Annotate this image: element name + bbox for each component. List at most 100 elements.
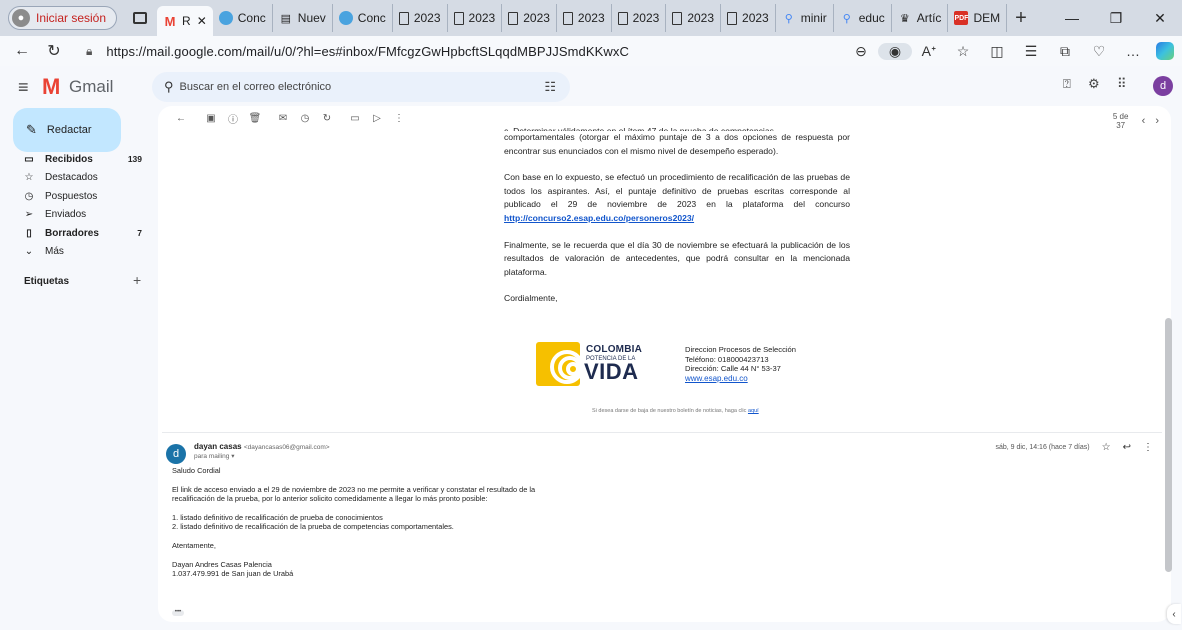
restore-button[interactable]: ❐ xyxy=(1094,0,1138,36)
apps-grid-icon[interactable]: ⠿ xyxy=(1117,76,1127,92)
browser-tab-label: 2023 xyxy=(413,11,441,25)
browser-tab[interactable]: MR ✕ xyxy=(157,6,213,36)
compose-button[interactable]: ✎ Redactar xyxy=(13,108,121,152)
url-field[interactable]: https://mail.google.com/mail/u/0/?hl=es#… xyxy=(106,44,629,59)
search-options-icon[interactable]: ☷ xyxy=(544,79,556,95)
message-1-body: c. Determinar válidamente en el ítem 47 … xyxy=(504,126,850,319)
tab-actions-icon[interactable] xyxy=(133,12,148,24)
sidebar-item[interactable]: ⌄ Más xyxy=(0,243,158,262)
browser-tab[interactable]: ⚲ minir xyxy=(776,4,834,32)
sidebar-item[interactable]: ☆ Destacados xyxy=(0,169,158,188)
browser-tab[interactable]: ♛ Artíc xyxy=(892,4,949,32)
gmail-logo-icon[interactable]: M xyxy=(42,74,60,100)
zoom-icon[interactable]: ⊖ xyxy=(844,43,878,60)
main-menu-icon[interactable]: ≡ xyxy=(18,77,29,98)
browser-tab[interactable]: 2023 xyxy=(502,4,557,32)
sidebar-item[interactable]: ◷ Pospuestos xyxy=(0,187,158,206)
browser-tab-label: Nuev xyxy=(297,11,326,25)
more-menu-icon[interactable]: … xyxy=(1116,43,1150,59)
message-1-paragraph: Finalmente, se le recuerda que el día 30… xyxy=(504,239,850,277)
unsubscribe-text: Si desea darse de baja de nuestro boletí… xyxy=(592,408,747,414)
browser-tab[interactable]: ⚲ educ xyxy=(834,4,892,32)
sender-row: dayan casas <dayancasas06@gmail.com> xyxy=(194,442,330,451)
newer-chevron-icon[interactable]: ‹ xyxy=(1142,115,1146,127)
contest-link[interactable]: http://concurso2.esap.edu.co/personeros2… xyxy=(504,213,694,223)
scrollbar-thumb[interactable] xyxy=(1165,318,1172,572)
delete-icon[interactable]: 🗑︎ xyxy=(244,113,266,124)
add-label-icon[interactable]: + xyxy=(133,272,141,288)
account-avatar[interactable]: d xyxy=(1153,76,1173,96)
browser-tab[interactable]: 2023 xyxy=(721,4,776,32)
message-2-body: Saludo Cordial El link de acceso enviado… xyxy=(172,466,552,579)
add-task-icon[interactable]: ↻ xyxy=(316,113,338,124)
recipient-text: para mailing xyxy=(194,453,230,460)
settings-gear-icon[interactable]: ⚙ xyxy=(1088,76,1100,92)
reply-icon[interactable]: ↩ xyxy=(1123,442,1131,453)
inbox-icon: ▭ xyxy=(24,153,34,165)
recipient-line[interactable]: para mailing ▾ xyxy=(194,452,235,460)
archive-icon[interactable]: ▣ xyxy=(200,113,222,124)
sender-avatar[interactable]: d xyxy=(166,444,186,464)
browser-tab[interactable]: PDF DEM xyxy=(948,4,1008,32)
mark-unread-icon[interactable]: ✉ xyxy=(272,113,294,124)
search-input[interactable]: Buscar en el correo electrónico xyxy=(180,81,332,93)
browser-tab[interactable]: 2023 xyxy=(557,4,612,32)
side-panel-toggle-icon[interactable]: ‹ xyxy=(1167,604,1181,624)
label-icon[interactable]: ▷ xyxy=(366,113,388,124)
sidebar-item[interactable]: ▯ Borradores 7 xyxy=(0,224,158,243)
snooze-icon[interactable]: ◷ xyxy=(294,113,316,124)
greeting: Saludo Cordial xyxy=(172,466,221,475)
report-spam-icon[interactable]: ⓘ xyxy=(222,111,244,126)
move-to-icon[interactable]: ▭ xyxy=(344,113,366,124)
browser-tab[interactable]: 2023 xyxy=(448,4,503,32)
browser-tab-label: DEM xyxy=(973,11,1001,25)
browser-tab[interactable]: Conc xyxy=(213,4,273,32)
browser-tab-label: 2023 xyxy=(742,11,769,25)
sender-name[interactable]: dayan casas xyxy=(194,442,242,451)
unsubscribe-link[interactable]: aquí xyxy=(748,408,759,414)
older-chevron-icon[interactable]: › xyxy=(1155,115,1159,127)
lock-icon[interactable]: 🔒︎ xyxy=(86,44,92,59)
recipient-details-chevron-icon[interactable]: ▾ xyxy=(231,453,234,460)
help-icon[interactable]: ⍰ xyxy=(1063,76,1071,92)
message-more-icon[interactable]: ⋮ xyxy=(1143,442,1153,453)
doc-icon xyxy=(453,11,464,25)
browser-tab[interactable]: ▤ Nuev xyxy=(273,4,333,32)
favorite-star-icon[interactable]: ☆ xyxy=(946,43,980,60)
signature-website-link[interactable]: www.esap.edu.co xyxy=(685,374,796,384)
doc-icon xyxy=(672,11,683,25)
tracking-eye-icon[interactable]: ◉ xyxy=(878,42,912,60)
collections-icon[interactable]: ⧉ xyxy=(1048,43,1082,60)
browser-tab[interactable]: 2023 xyxy=(612,4,667,32)
new-tab-button[interactable]: + xyxy=(1015,7,1027,30)
back-icon[interactable]: ← xyxy=(6,42,38,60)
sidebar-item-count: 7 xyxy=(137,228,142,239)
profile-button[interactable]: ● Iniciar sesión xyxy=(8,6,118,30)
search-bar[interactable]: ⚲ Buscar en el correo electrónico ☷ xyxy=(152,72,570,102)
refresh-icon[interactable]: ↻ xyxy=(38,41,70,61)
close-window-button[interactable]: ✕ xyxy=(1138,0,1182,36)
gmail-logo-text[interactable]: Gmail xyxy=(69,77,113,97)
split-screen-icon[interactable]: ◫ xyxy=(980,43,1014,60)
more-options-icon[interactable]: ⋮ xyxy=(388,113,410,124)
read-aloud-icon[interactable]: Aᐩ xyxy=(912,43,946,60)
copilot-icon[interactable] xyxy=(1156,42,1174,60)
back-to-inbox-icon[interactable]: ← xyxy=(170,113,192,124)
browser-tab-label: 2023 xyxy=(632,11,660,25)
browser-tab[interactable]: Conc xyxy=(333,4,393,32)
close-tab-icon[interactable]: ✕ xyxy=(197,14,207,28)
doc-icon xyxy=(727,11,738,25)
browser-tab[interactable]: 2023 xyxy=(393,4,448,32)
show-trimmed-content-button[interactable]: ••• xyxy=(172,609,184,616)
search-icon[interactable]: ⚲ xyxy=(164,79,174,95)
sidebar-item[interactable]: ➢ Enviados xyxy=(0,206,158,225)
doc-icon xyxy=(398,11,409,25)
star-message-icon[interactable]: ☆ xyxy=(1102,442,1111,453)
message-date: sáb, 9 dic, 14:16 (hace 7 días) xyxy=(995,444,1090,451)
browser-essentials-icon[interactable]: ♡ xyxy=(1082,43,1116,60)
sidebar-item[interactable]: ▭ Recibidos 139 xyxy=(0,150,158,169)
minimize-button[interactable]: — xyxy=(1050,0,1094,36)
browser-tab[interactable]: 2023 xyxy=(666,4,722,32)
request-item-2: 2. listado definitivo de recalificación … xyxy=(172,522,454,532)
favorites-list-icon[interactable]: ☰ xyxy=(1014,43,1048,60)
